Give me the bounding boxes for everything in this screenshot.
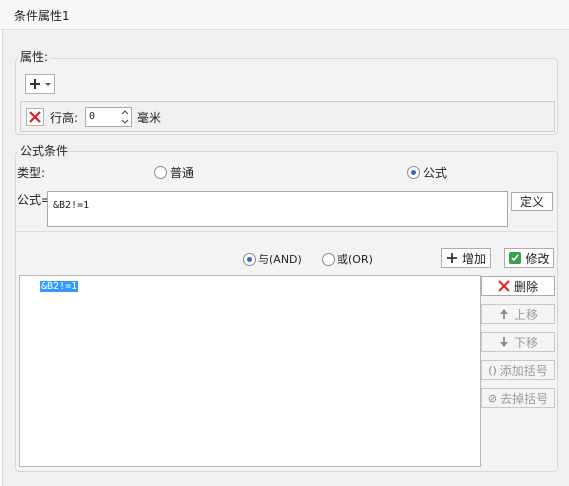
- logic-or-label: 或(OR): [337, 253, 373, 266]
- remove-row-height-button[interactable]: [26, 108, 44, 126]
- move-down-button[interactable]: 下移: [481, 332, 555, 352]
- move-down-label: 下移: [513, 335, 538, 350]
- attributes-group-label: 属性:: [18, 48, 51, 65]
- arrow-up-icon: [499, 309, 508, 319]
- condition-item-text: &B2!=1: [40, 281, 79, 292]
- add-attribute-dropdown[interactable]: [25, 74, 55, 94]
- logic-and-label: 与(AND): [258, 253, 302, 266]
- remove-bracket-label: 去掉括号: [500, 391, 549, 406]
- add-bracket-button[interactable]: () 添加括号: [481, 360, 555, 380]
- formula-value: &B2!=1: [53, 200, 90, 211]
- type-normal-option[interactable]: 普通: [154, 164, 204, 180]
- logic-or-option[interactable]: 或(OR): [322, 251, 382, 266]
- define-button[interactable]: 定义: [511, 192, 553, 211]
- modify-condition-button[interactable]: 修改: [504, 248, 554, 268]
- formula-input[interactable]: &B2!=1: [47, 191, 508, 227]
- add-condition-button[interactable]: 增加: [441, 248, 491, 268]
- row-height-label: 行高:: [50, 111, 79, 125]
- row-height-value: 0: [89, 111, 96, 122]
- move-up-button[interactable]: 上移: [481, 304, 555, 324]
- edit-icon: [509, 252, 522, 264]
- list-item[interactable]: &B2!=1: [40, 278, 79, 292]
- type-normal-radio[interactable]: [154, 166, 167, 179]
- bracket-icon: (): [488, 363, 497, 377]
- chevron-down-icon: [121, 119, 129, 124]
- remove-bracket-icon: ⊘: [487, 391, 498, 405]
- arrow-down-icon: [499, 337, 508, 347]
- chevron-up-icon: [121, 110, 129, 115]
- type-formula-label: 公式: [423, 166, 448, 180]
- remove-bracket-button[interactable]: ⊘ 去掉括号: [481, 388, 555, 408]
- left-border: [0, 30, 3, 486]
- formula-condition-group-label: 公式条件: [18, 142, 71, 159]
- logic-and-radio[interactable]: [243, 253, 256, 266]
- title-bar: [0, 0, 569, 30]
- formula-label: 公式=: [17, 193, 52, 207]
- condition-list[interactable]: &B2!=1: [19, 275, 481, 467]
- row-height-unit: 毫米: [137, 111, 162, 125]
- type-normal-label: 普通: [170, 166, 195, 180]
- type-formula-radio[interactable]: [407, 166, 420, 179]
- plus-icon: [446, 253, 457, 263]
- logic-or-radio[interactable]: [322, 253, 335, 266]
- delete-icon: [498, 280, 510, 292]
- move-up-label: 上移: [513, 307, 538, 322]
- delete-button[interactable]: 删除: [481, 276, 555, 296]
- type-label: 类型:: [17, 166, 46, 180]
- add-bracket-label: 添加括号: [499, 363, 548, 378]
- window-title: 条件属性1: [14, 9, 70, 23]
- logic-and-option[interactable]: 与(AND): [243, 251, 313, 266]
- spinner-down[interactable]: [119, 117, 131, 126]
- type-formula-option[interactable]: 公式: [407, 164, 457, 180]
- add-condition-label: 增加: [461, 251, 486, 266]
- plus-dropdown-icon: [30, 79, 51, 89]
- delete-label: 删除: [513, 279, 538, 294]
- modify-condition-label: 修改: [525, 251, 550, 266]
- separator: [16, 231, 556, 232]
- spinner-up[interactable]: [119, 108, 131, 117]
- close-icon: [29, 111, 41, 123]
- row-height-input[interactable]: 0: [85, 107, 132, 127]
